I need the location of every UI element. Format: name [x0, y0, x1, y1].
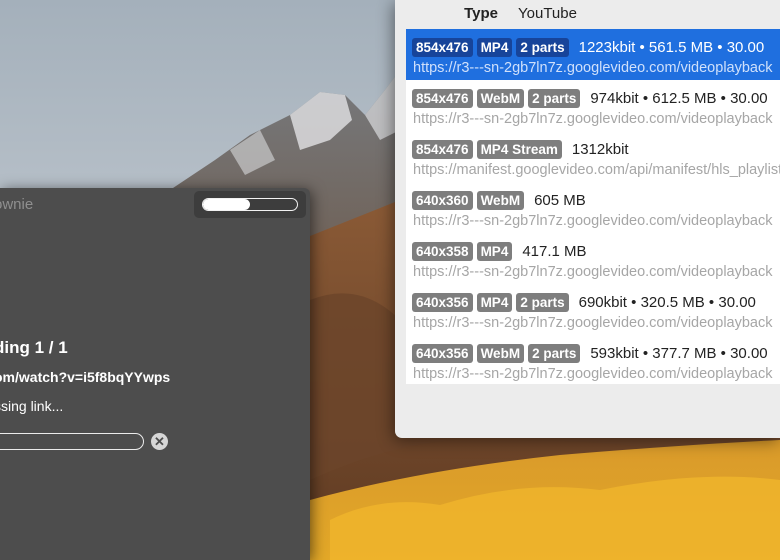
format-list-item[interactable]: 640x360 WebM 605 MB https://r3---sn-2gb7ln7…	[406, 182, 780, 233]
format-info: 974kbit • 612.5 MB • 30.00	[590, 89, 768, 107]
format-tag: 640x356	[412, 292, 473, 312]
format-summary: 854x476 WebM 2 parts 974kbit • 612.5 MB • 3…	[412, 80, 780, 108]
format-summary: 640x356 MP4 2 parts 690kbit • 320.5 MB • 30…	[412, 284, 780, 312]
format-tag: 854x476	[412, 139, 473, 159]
type-value: YouTube	[518, 5, 577, 22]
format-url: https://r3---sn-2gb7ln7z.googlevideo.com…	[413, 213, 773, 229]
format-tag: 2 parts	[516, 292, 569, 312]
progress-overlay	[194, 191, 306, 218]
type-row: Type YouTube	[395, 0, 780, 27]
format-summary: 854x476 MP4 Stream 1312kbit	[412, 131, 780, 159]
format-tag: MP4	[476, 37, 513, 57]
format-info: 417.1 MB	[522, 242, 587, 260]
type-label: Type	[464, 5, 498, 22]
format-tag: 854x476	[412, 88, 473, 108]
format-url: https://r3---sn-2gb7ln7z.googlevideo.com…	[413, 264, 773, 280]
download-progress-bar	[0, 433, 144, 450]
format-url: https://r3---sn-2gb7ln7z.googlevideo.com…	[413, 366, 773, 382]
format-tag: 640x360	[412, 190, 473, 210]
format-url: https://r3---sn-2gb7ln7z.googlevideo.com…	[413, 60, 773, 76]
download-status: ding 1 / 1	[0, 338, 68, 357]
format-summary: 854x476 MP4 2 parts 1223kbit • 561.5 MB • 3…	[412, 29, 780, 57]
format-list-item[interactable]: 854x476 WebM 2 parts 974kbit • 612.5 MB • 3…	[406, 80, 780, 131]
format-tag: WebM	[476, 343, 525, 363]
format-list[interactable]: 854x476 MP4 2 parts 1223kbit • 561.5 MB • 3…	[406, 29, 780, 384]
close-circle-icon[interactable]: ✕	[151, 433, 168, 450]
format-tag: 640x358	[412, 241, 473, 261]
format-list-item[interactable]: 854x476 MP4 2 parts 1223kbit • 561.5 MB • 3…	[406, 29, 780, 80]
download-url: om/watch?v=i5f8bqYYwps	[0, 369, 171, 385]
format-info: 605 MB	[534, 191, 586, 209]
format-tag: 2 parts	[516, 37, 569, 57]
format-info: 1312kbit	[571, 140, 629, 158]
format-tag: 2 parts	[528, 343, 581, 363]
window-title: ownie	[0, 196, 34, 213]
format-tag: 640x356	[412, 343, 473, 363]
format-tag: WebM	[476, 88, 525, 108]
format-tag: WebM	[476, 190, 525, 210]
download-window: ownie ding 1 / 1 om/watch?v=i5f8bqYYwps …	[0, 188, 310, 560]
download-substatus: ssing link...	[0, 398, 64, 414]
format-tag: MP4	[476, 292, 513, 312]
format-url: https://manifest.googlevideo.com/api/man…	[413, 162, 780, 178]
format-info: 1223kbit • 561.5 MB • 30.00	[578, 38, 765, 56]
format-info: 690kbit • 320.5 MB • 30.00	[578, 293, 756, 311]
format-list-item[interactable]: 640x356 MP4 2 parts 690kbit • 320.5 MB • 30…	[406, 284, 780, 335]
format-tag: MP4	[476, 241, 513, 261]
format-tag: 854x476	[412, 37, 473, 57]
format-url: https://r3---sn-2gb7ln7z.googlevideo.com…	[413, 315, 773, 331]
format-summary: 640x360 WebM 605 MB	[412, 182, 780, 210]
overall-progress-bar	[202, 198, 298, 211]
format-url: https://r3---sn-2gb7ln7z.googlevideo.com…	[413, 111, 773, 127]
format-tag: MP4 Stream	[476, 139, 562, 159]
format-list-item[interactable]: 640x358 MP4 417.1 MB https://r3---sn-2gb7ln…	[406, 233, 780, 284]
format-list-item[interactable]: 854x476 MP4 Stream 1312kbit https://manifes…	[406, 131, 780, 182]
format-selector-panel: Type YouTube 854x476 MP4 2 parts 1223kbit •…	[395, 0, 780, 438]
format-summary: 640x358 MP4 417.1 MB	[412, 233, 780, 261]
format-list-item[interactable]: 640x356 WebM 2 parts 593kbit • 377.7 MB • 3…	[406, 335, 780, 384]
overall-progress-fill	[203, 199, 250, 210]
format-summary: 640x356 WebM 2 parts 593kbit • 377.7 MB • 3…	[412, 335, 780, 363]
format-info: 593kbit • 377.7 MB • 30.00	[590, 344, 768, 362]
format-tag: 2 parts	[528, 88, 581, 108]
